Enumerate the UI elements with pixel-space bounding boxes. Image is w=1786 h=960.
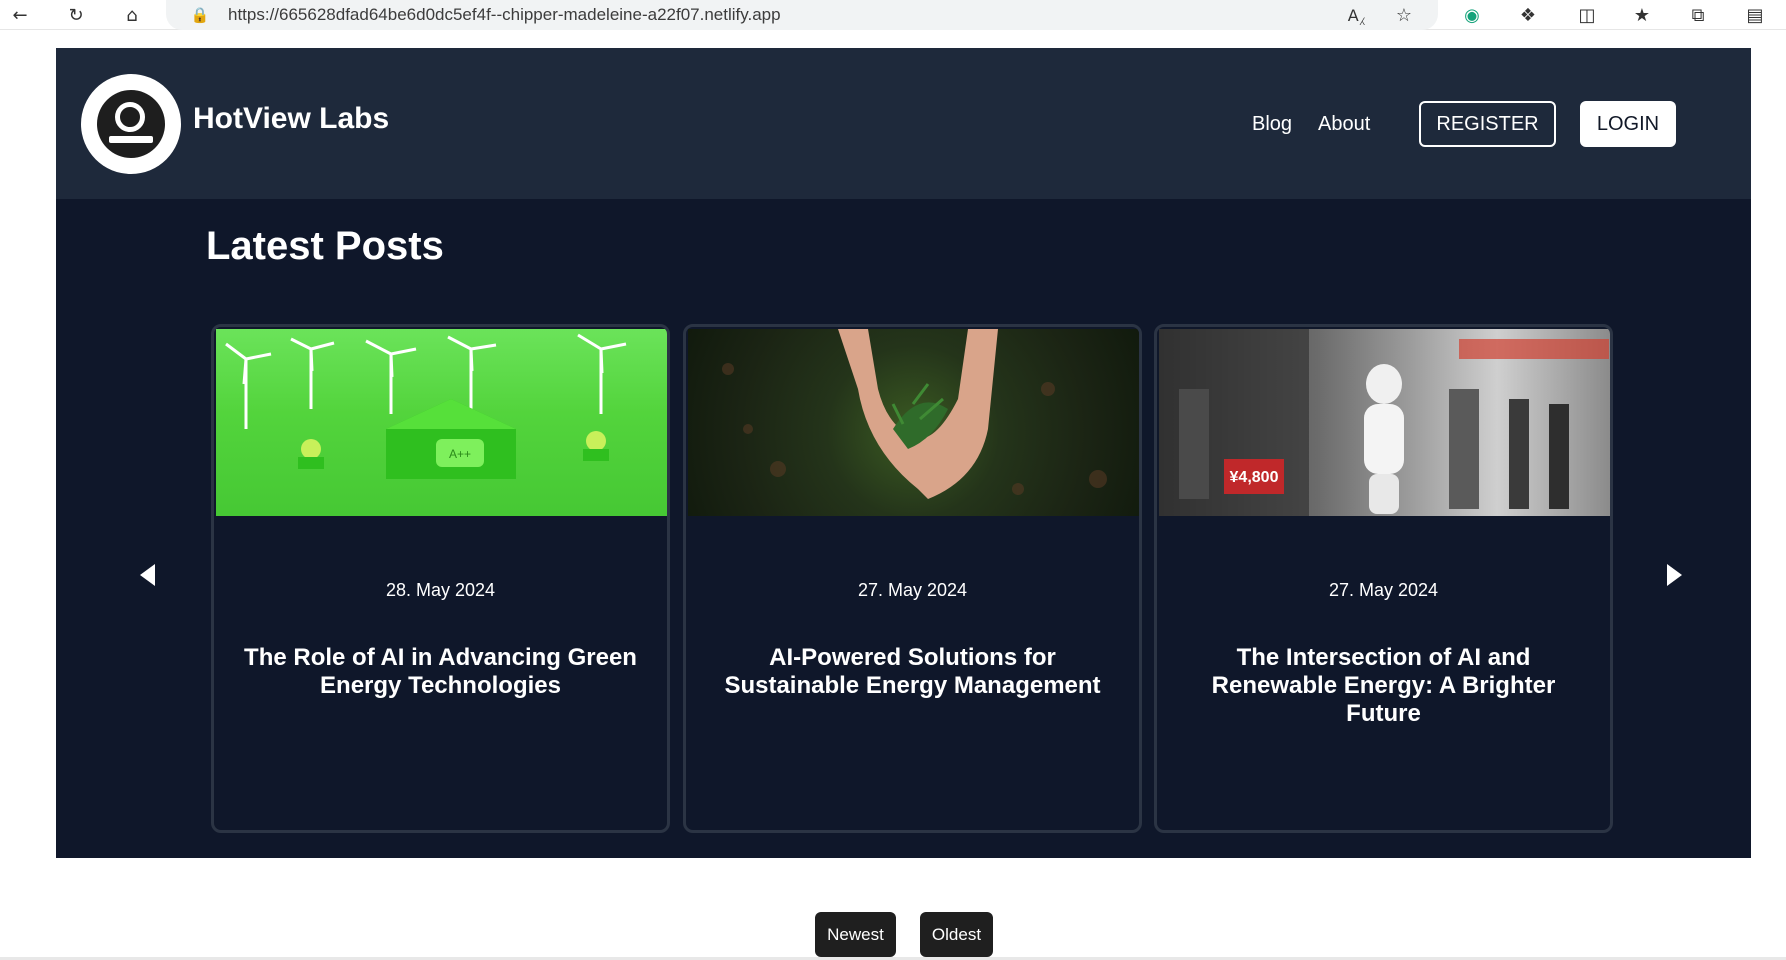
site-container: HotView Labs Blog About REGISTER LOGIN L… — [56, 48, 1751, 858]
site-header: HotView Labs Blog About REGISTER LOGIN — [56, 48, 1751, 199]
post-card[interactable]: ¥4,800 27. May 2024 The Intersection of … — [1154, 324, 1613, 833]
oldest-button[interactable]: Oldest — [920, 912, 993, 957]
post-date: 27. May 2024 — [857, 580, 968, 600]
post-card[interactable]: 27. May 2024 AI-Powered Solutions for Su… — [683, 324, 1142, 833]
post-title[interactable]: The Intersection of AI and Renewable Ene… — [1177, 644, 1590, 728]
post-image-wind-turbines[interactable]: A++ — [216, 329, 667, 516]
post-title[interactable]: AI-Powered Solutions for Sustainable Ene… — [706, 644, 1119, 700]
split-screen-icon[interactable]: ◫ — [1575, 3, 1599, 27]
brand-name[interactable]: HotView Labs — [193, 102, 389, 136]
svg-text:¥4,800: ¥4,800 — [1230, 469, 1279, 486]
read-aloud-icon[interactable]: A ⁁ — [1344, 3, 1368, 27]
sidebar-icon[interactable]: ▤ — [1743, 3, 1767, 27]
back-icon[interactable]: ← — [8, 3, 32, 27]
section-title: Latest Posts — [206, 224, 444, 268]
nav-about-link[interactable]: About — [1318, 113, 1370, 136]
refresh-icon[interactable]: ↻ — [64, 3, 88, 27]
login-button[interactable]: LOGIN — [1580, 101, 1676, 147]
address-bar[interactable]: 🔒 https://665628dfad64be6d0dc5ef4f--chip… — [166, 0, 1438, 30]
nav-blog-link[interactable]: Blog — [1252, 113, 1292, 136]
newest-button[interactable]: Newest — [815, 912, 896, 957]
browser-toolbar: ← ↻ ⌂ 🔒 https://665628dfad64be6d0dc5ef4f… — [0, 0, 1786, 30]
favorites-icon[interactable]: ★ — [1630, 3, 1654, 27]
post-title[interactable]: The Role of AI in Advancing Green Energy… — [234, 644, 647, 700]
svg-text:A++: A++ — [449, 447, 471, 461]
grammarly-icon[interactable]: ◉ — [1460, 3, 1484, 27]
post-date: 28. May 2024 — [385, 580, 496, 600]
extensions-icon[interactable]: ❖ — [1516, 3, 1540, 27]
post-image-robot-street[interactable]: ¥4,800 — [1159, 329, 1610, 516]
lock-icon: 🔒 — [190, 6, 210, 24]
post-image-hands-plant[interactable] — [688, 329, 1139, 516]
post-card[interactable]: A++ 28. May 2024 The Role of AI in Advan… — [211, 324, 670, 833]
register-button[interactable]: REGISTER — [1419, 101, 1556, 147]
collections-icon[interactable]: ⧉ — [1686, 3, 1710, 27]
favorite-star-icon[interactable]: ☆ — [1392, 3, 1416, 27]
magnifier-laptop-icon — [97, 90, 165, 158]
post-date: 27. May 2024 — [1328, 580, 1439, 600]
home-icon[interactable]: ⌂ — [120, 3, 144, 27]
logo[interactable] — [81, 74, 181, 174]
url-text[interactable]: https://665628dfad64be6d0dc5ef4f--chippe… — [228, 5, 781, 25]
carousel-next-icon[interactable] — [1667, 564, 1682, 586]
carousel-prev-icon[interactable] — [140, 564, 155, 586]
